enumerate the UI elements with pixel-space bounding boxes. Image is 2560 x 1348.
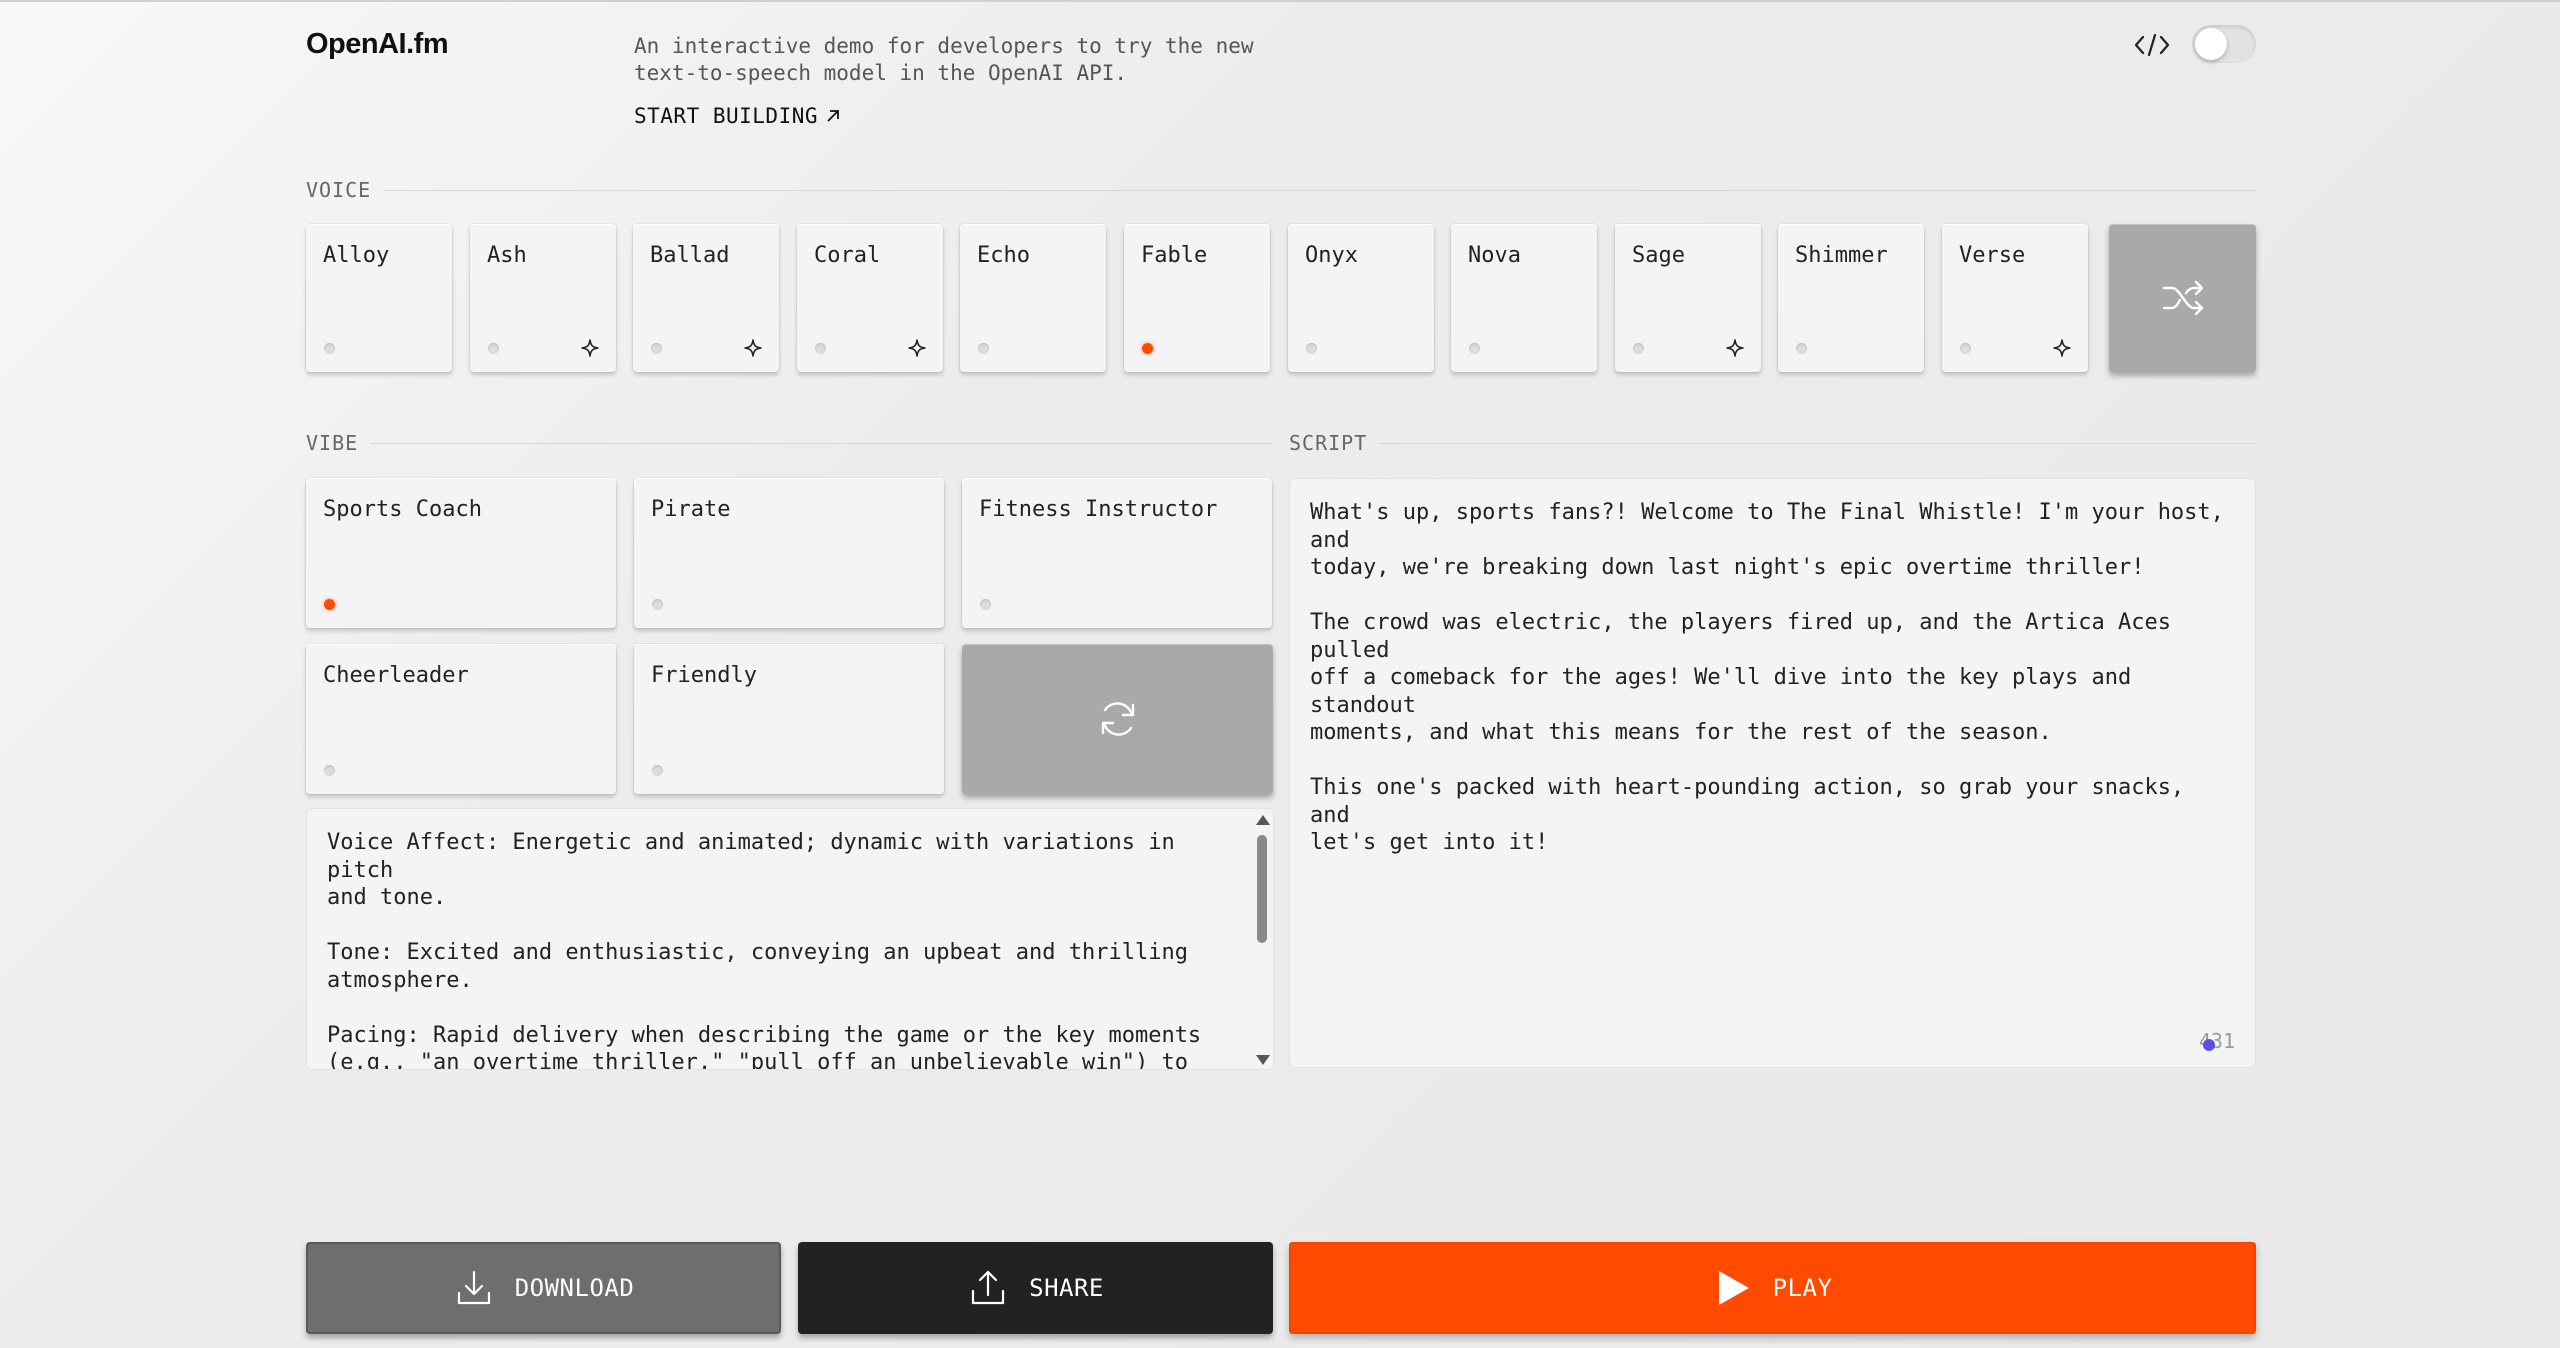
selection-indicator-dot [324,765,335,776]
description: An interactive demo for developers to tr… [634,34,1254,85]
code-icon[interactable] [2130,28,2174,62]
shuffle-voice-button[interactable] [2109,224,2256,372]
selection-indicator-dot [652,599,663,610]
voice-label: VOICE [306,178,372,202]
selection-indicator-dot [1633,343,1644,354]
top-border [0,0,2560,2]
selection-indicator-dot [1306,343,1317,354]
voice-card-alloy[interactable]: Alloy [306,224,452,372]
sparkle-icon [1725,338,1745,358]
vibe-name: Cheerleader [323,663,469,688]
download-button[interactable]: DOWNLOAD [306,1242,781,1334]
vibe-scrollbar[interactable] [1251,809,1273,1069]
voice-name: Coral [814,243,881,268]
selection-indicator-dot [488,343,499,354]
selection-indicator-dot [978,343,989,354]
start-building-link[interactable]: START BUILDING [634,104,842,128]
voice-name: Fable [1141,243,1208,268]
scroll-thumb[interactable] [1257,835,1267,943]
vibe-card-fitness-instructor[interactable]: Fitness Instructor [962,478,1272,628]
vibe-instructions-text: Voice Affect: Energetic and animated; dy… [327,830,1202,1070]
selection-indicator-dot [1960,343,1971,354]
scroll-down-arrow[interactable] [1256,1055,1270,1065]
voice-card-ash[interactable]: Ash [470,224,616,372]
toggle-knob [2195,28,2227,60]
voice-name: Ash [487,243,527,268]
selection-indicator-dot [324,343,335,354]
vibe-label: VIBE [306,431,359,455]
voice-card-sage[interactable]: Sage [1615,224,1761,372]
dev-mode-toggle[interactable] [2192,25,2256,63]
script-textarea[interactable]: What's up, sports fans?! Welcome to The … [1289,478,2256,1068]
sparkle-icon [743,338,763,358]
voice-card-verse[interactable]: Verse [1942,224,2088,372]
voice-card-ballad[interactable]: Ballad [633,224,779,372]
voice-card-shimmer[interactable]: Shimmer [1778,224,1924,372]
share-button[interactable]: SHARE [798,1242,1273,1334]
voice-name: Nova [1468,243,1521,268]
selection-indicator-dot [652,765,663,776]
script-section-label: SCRIPT [1289,431,2256,455]
vibe-card-cheerleader[interactable]: Cheerleader [306,644,616,794]
vibe-name: Pirate [651,497,731,522]
vibe-card-sports-coach[interactable]: Sports Coach [306,478,616,628]
start-building-label: START BUILDING [634,104,819,128]
vibe-name: Sports Coach [323,497,482,522]
vibe-card-friendly[interactable]: Friendly [634,644,944,794]
cursor-dot [2203,1039,2215,1051]
voice-name: Ballad [650,243,730,268]
play-label: PLAY [1772,1274,1833,1302]
play-button[interactable]: PLAY [1289,1242,2256,1334]
voice-card-onyx[interactable]: Onyx [1288,224,1434,372]
selection-indicator-dot [815,343,826,354]
download-icon [457,1270,490,1305]
vibe-name: Friendly [651,663,757,688]
voice-name: Sage [1632,243,1685,268]
scroll-up-arrow[interactable] [1256,815,1270,825]
selection-indicator-dot [1142,343,1153,354]
voice-section-label: VOICE [306,178,2256,202]
vibe-section-label: VIBE [306,431,1273,455]
shuffle-icon [2162,280,2203,316]
vibe-card-pirate[interactable]: Pirate [634,478,944,628]
voice-card-fable[interactable]: Fable [1124,224,1270,372]
refresh-vibes-button[interactable] [962,644,1273,794]
script-label: SCRIPT [1289,431,1368,455]
vibe-instructions-textarea[interactable]: Voice Affect: Energetic and animated; dy… [306,808,1274,1070]
selection-indicator-dot [651,343,662,354]
selection-indicator-dot [1469,343,1480,354]
selection-indicator-dot [324,599,335,610]
selection-indicator-dot [1796,343,1807,354]
sparkle-icon [2052,338,2072,358]
refresh-icon [1101,702,1134,736]
voice-card-nova[interactable]: Nova [1451,224,1597,372]
voice-name: Verse [1959,243,2026,268]
script-text: What's up, sports fans?! Welcome to The … [1310,500,2224,855]
voice-name: Onyx [1305,243,1358,268]
download-label: DOWNLOAD [514,1274,635,1302]
voice-card-coral[interactable]: Coral [797,224,943,372]
voice-name: Echo [977,243,1030,268]
sparkle-icon [580,338,600,358]
voice-name: Alloy [323,243,390,268]
arrow-up-right-icon [827,110,839,122]
selection-indicator-dot [980,599,991,610]
share-label: SHARE [1029,1274,1104,1302]
share-icon [972,1270,1005,1305]
voice-name: Shimmer [1795,243,1888,268]
sparkle-icon [907,338,927,358]
vibe-name: Fitness Instructor [979,497,1218,522]
voice-card-echo[interactable]: Echo [960,224,1106,372]
play-icon [1718,1271,1749,1305]
logo: OpenAI.fm [306,28,449,60]
